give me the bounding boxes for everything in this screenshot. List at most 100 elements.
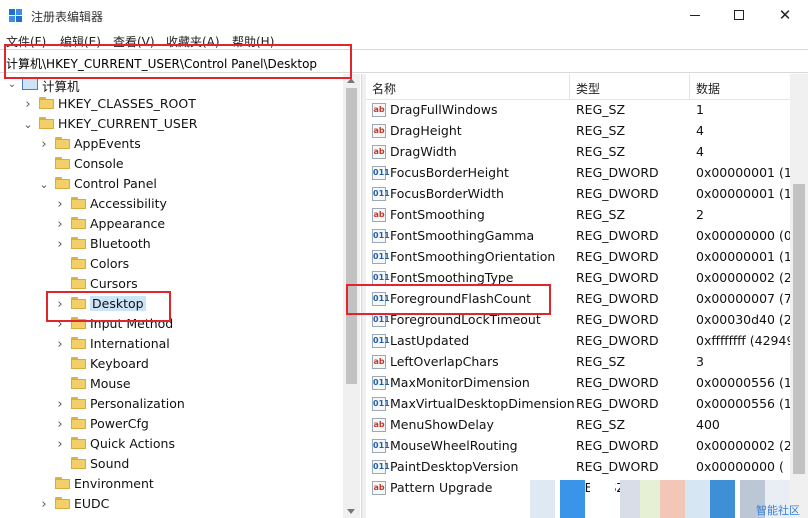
binary-value-icon: 011 — [372, 229, 390, 243]
tree-item-label: Bluetooth — [90, 236, 151, 251]
tree-item[interactable]: Mouse — [0, 374, 340, 394]
value-data: 0x00000007 (7) — [696, 291, 797, 306]
value-row[interactable]: 011 PaintDesktopVersion REG_DWORD 0x0000000… — [366, 457, 808, 478]
chevron-right-icon[interactable]: › — [54, 434, 66, 454]
value-row[interactable]: ab MenuShowDelay REG_SZ 400 — [366, 415, 808, 436]
tree-item[interactable]: › Input Method — [0, 314, 340, 334]
tree-item-label: Mouse — [90, 376, 131, 391]
tree-item[interactable]: › AppEvents — [0, 134, 340, 154]
address-bar[interactable]: 计算机\HKEY_CURRENT_USER\Control Panel\Desk… — [0, 49, 808, 73]
tree-item[interactable]: › PowerCfg — [0, 414, 340, 434]
values-list-pane[interactable]: 名称 类型 数据 ab DragFullWindows REG_SZ 1 ab DragH… — [366, 74, 808, 518]
tree-item[interactable]: Sound — [0, 454, 340, 474]
value-type: REG_DWORD — [576, 333, 659, 348]
chevron-right-icon[interactable]: › — [38, 494, 50, 514]
tree-item[interactable]: Cursors — [0, 274, 340, 294]
tree-item[interactable]: › International — [0, 334, 340, 354]
scroll-down-icon[interactable] — [347, 509, 355, 514]
tree-item[interactable]: › Appearance — [0, 214, 340, 234]
value-row[interactable]: 011 MaxMonitorDimension REG_DWORD 0x0000055… — [366, 373, 808, 394]
value-row[interactable]: ab DragWidth REG_SZ 4 — [366, 142, 808, 163]
column-data-header[interactable]: 数据 — [696, 80, 720, 97]
mosaic-block — [660, 480, 685, 518]
menu-favorites[interactable]: 收藏夹(A) — [166, 33, 220, 50]
chevron-down-icon[interactable]: ⌄ — [38, 174, 50, 194]
value-type: REG_DWORD — [576, 249, 659, 264]
value-row[interactable]: ab LeftOverlapChars REG_SZ 3 — [366, 352, 808, 373]
menu-file[interactable]: 文件(F) — [6, 33, 46, 50]
address-path[interactable]: 计算机\HKEY_CURRENT_USER\Control Panel\Desk… — [6, 55, 317, 72]
tree-item[interactable]: › HKEY_CLASSES_ROOT — [0, 94, 340, 114]
value-row[interactable]: ab FontSmoothing REG_SZ 2 — [366, 205, 808, 226]
value-row[interactable]: ab DragFullWindows REG_SZ 1 — [366, 100, 808, 121]
tree-item-label: Keyboard — [90, 356, 149, 371]
value-row[interactable]: 011 ForegroundLockTimeout REG_DWORD 0x00030… — [366, 310, 808, 331]
column-name-header[interactable]: 名称 — [372, 80, 396, 97]
chevron-right-icon[interactable]: › — [54, 294, 66, 314]
value-row[interactable]: 011 MaxVirtualDesktopDimension REG_DWORD 0x… — [366, 394, 808, 415]
folder-icon — [71, 197, 86, 209]
close-button[interactable]: ✕ — [762, 0, 808, 30]
tree-item[interactable]: › Accessibility — [0, 194, 340, 214]
value-type: REG_DWORD — [576, 165, 659, 180]
chevron-down-icon[interactable]: ⌄ — [6, 74, 18, 94]
binary-value-icon: 011 — [372, 292, 390, 306]
tree-scrollbar-thumb[interactable] — [346, 88, 357, 384]
string-value-icon: ab — [372, 481, 386, 495]
chevron-down-icon[interactable]: ⌄ — [22, 114, 34, 134]
folder-icon — [71, 417, 86, 429]
value-row[interactable]: 011 LastUpdated REG_DWORD 0xffffffff (42949… — [366, 331, 808, 352]
menu-edit[interactable]: 编辑(E) — [60, 33, 101, 50]
tree-item-label: Desktop — [90, 296, 146, 311]
scroll-up-icon[interactable] — [347, 78, 355, 83]
tree-item[interactable]: Colors — [0, 254, 340, 274]
chevron-right-icon[interactable]: › — [54, 214, 66, 234]
tree-item[interactable]: › Desktop — [0, 294, 340, 314]
tree-item[interactable]: › EUDC — [0, 494, 340, 514]
tree-item[interactable]: Keyboard — [0, 354, 340, 374]
column-type-header[interactable]: 类型 — [576, 80, 600, 97]
tree-root[interactable]: ⌄ 计算机 — [0, 74, 340, 94]
chevron-right-icon[interactable]: › — [54, 194, 66, 214]
menu-help[interactable]: 帮助(H) — [232, 33, 274, 50]
tree-item[interactable]: › Bluetooth — [0, 234, 340, 254]
value-name: LeftOverlapChars — [390, 354, 499, 369]
menu-view[interactable]: 查看(V) — [113, 33, 155, 50]
tree-item[interactable]: ⌄ Control Panel — [0, 174, 340, 194]
chevron-right-icon[interactable]: › — [54, 234, 66, 254]
folder-icon — [71, 217, 86, 229]
list-scrollbar-thumb[interactable] — [793, 184, 805, 474]
tree-item[interactable]: Console — [0, 154, 340, 174]
chevron-right-icon[interactable]: › — [54, 314, 66, 334]
list-scrollbar[interactable] — [790, 74, 808, 518]
chevron-right-icon[interactable]: › — [54, 414, 66, 434]
value-row[interactable]: 011 FocusBorderHeight REG_DWORD 0x00000001 … — [366, 163, 808, 184]
value-row[interactable]: 011 FontSmoothingGamma REG_DWORD 0x00000000… — [366, 226, 808, 247]
folder-icon — [71, 357, 86, 369]
regedit-app-icon — [9, 9, 24, 23]
folder-icon — [55, 477, 70, 489]
folder-icon — [71, 277, 86, 289]
chevron-right-icon[interactable]: › — [54, 394, 66, 414]
binary-value-icon: 011 — [372, 313, 390, 327]
tree-item[interactable]: Environment — [0, 474, 340, 494]
value-row[interactable]: 011 MouseWheelRouting REG_DWORD 0x00000002 … — [366, 436, 808, 457]
tree-item[interactable]: › Quick Actions — [0, 434, 340, 454]
minimize-button[interactable] — [672, 0, 718, 30]
value-name: ForegroundFlashCount — [390, 291, 532, 306]
chevron-right-icon[interactable]: › — [22, 94, 34, 114]
chevron-right-icon[interactable]: › — [38, 134, 50, 154]
tree-item[interactable]: ⌄ HKEY_CURRENT_USER — [0, 114, 340, 134]
folder-icon — [71, 317, 86, 329]
value-row[interactable]: ab DragHeight REG_SZ 4 — [366, 121, 808, 142]
value-row[interactable]: 011 FontSmoothingType REG_DWORD 0x00000002 … — [366, 268, 808, 289]
chevron-right-icon[interactable]: › — [54, 334, 66, 354]
tree-scrollbar[interactable] — [343, 74, 360, 518]
key-tree-pane[interactable]: ⌄ 计算机 › HKEY_CLASSES_ROOT ⌄ HKEY_CURRENT_US… — [0, 74, 361, 518]
mosaic-block — [530, 480, 555, 518]
maximize-button[interactable] — [716, 0, 762, 30]
value-row[interactable]: 011 FontSmoothingOrientation REG_DWORD 0x00… — [366, 247, 808, 268]
value-row[interactable]: 011 FocusBorderWidth REG_DWORD 0x00000001 (… — [366, 184, 808, 205]
value-row[interactable]: 011 ForegroundFlashCount REG_DWORD 0x000000… — [366, 289, 808, 310]
tree-item[interactable]: › Personalization — [0, 394, 340, 414]
